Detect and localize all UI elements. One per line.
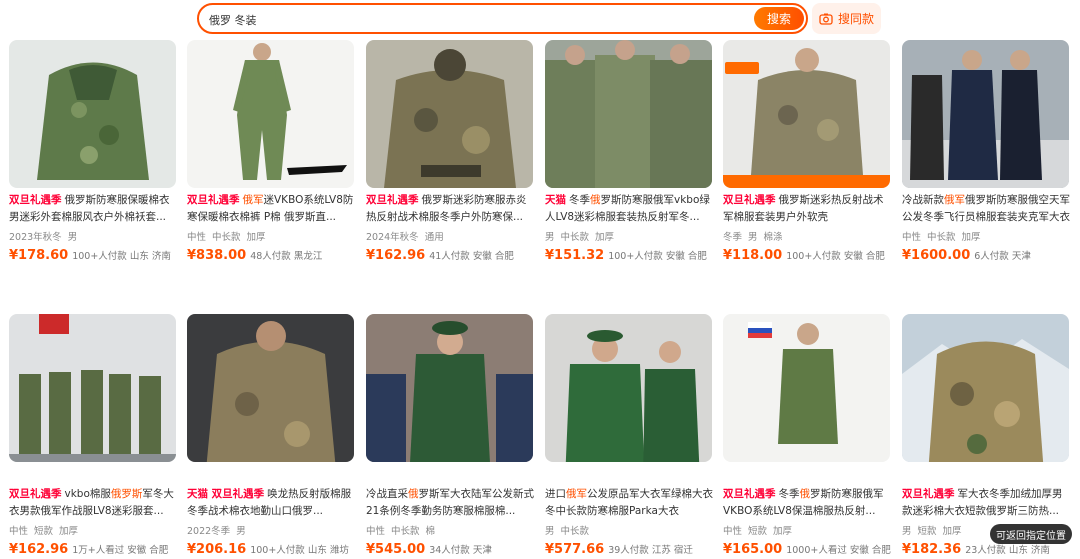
product-title[interactable]: 双旦礼遇季 俄罗斯迷彩防寒服赤炎热反射战术棉服冬季户外防寒保...	[366, 192, 536, 226]
price: ¥545.00	[366, 542, 426, 557]
price: ¥178.60	[9, 248, 69, 263]
photo-search-label: 搜同款	[837, 12, 874, 26]
product-title[interactable]: 双旦礼遇季 军大衣冬季加绒加厚男款迷彩棉大衣短款俄罗斯三防热...	[902, 486, 1072, 520]
price: ¥118.00	[723, 248, 783, 263]
product-attrs: 男中长款 加厚	[545, 232, 615, 243]
price: ¥577.66	[545, 542, 605, 557]
product-image[interactable]	[545, 40, 712, 188]
price: ¥151.32	[545, 248, 605, 263]
product-attrs: 2023年秋冬男	[9, 232, 78, 243]
price: ¥165.00	[723, 542, 783, 557]
price-line: ¥118.00 100+人付款 安徽 合肥	[723, 248, 885, 263]
price: ¥206.16	[187, 542, 247, 557]
product-image[interactable]	[187, 314, 354, 462]
product-image[interactable]	[902, 314, 1069, 462]
product-image[interactable]	[902, 40, 1069, 188]
product-attrs: 男短款 加厚	[902, 526, 962, 537]
product-title[interactable]: 天猫 冬季俄罗斯防寒服俄军vkbo绿人LV8迷彩棉服套装热反射军冬...	[545, 192, 715, 226]
search-button[interactable]: 搜索	[754, 7, 804, 30]
price: ¥1600.00	[902, 248, 971, 263]
product-image[interactable]	[545, 314, 712, 462]
product-title[interactable]: 双旦礼遇季 冬季俄罗斯防寒服俄军VKBO系统LV8保温棉服热反射...	[723, 486, 893, 520]
product-attrs: 中性 中长款 加厚	[902, 232, 981, 243]
price-line: ¥165.00 1000+人看过 安徽 合肥	[723, 542, 891, 557]
product-title[interactable]: 双旦礼遇季 俄罗斯迷彩热反射战术军棉服套装男户外软壳	[723, 192, 893, 226]
product-title[interactable]: 冷战新款俄军俄罗斯防寒服俄空天军公发冬季飞行员棉服套装夹克军大衣	[902, 192, 1072, 226]
product-image[interactable]	[9, 40, 176, 188]
product-image[interactable]	[9, 314, 176, 462]
product-image[interactable]	[187, 40, 354, 188]
product-attrs: 2024年秋冬 通用	[366, 232, 444, 243]
price-line: ¥545.00 34人付款 天津	[366, 542, 492, 557]
product-title[interactable]: 冷战直采俄罗斯军大衣陆军公发新式21条例冬季勤务防寒服棉服棉...	[366, 486, 536, 520]
product-title[interactable]: 进口俄军公发原品军大衣军绿棉大衣冬中长款防寒棉服Parka大衣	[545, 486, 715, 520]
price-line: ¥162.96 1万+人看过 安徽 合肥	[9, 542, 169, 557]
price-line: ¥206.16 100+人付款 山东 潍坊	[187, 542, 349, 557]
product-attrs: 中性 中长款棉	[366, 526, 436, 537]
price: ¥182.36	[902, 542, 962, 557]
back-to-position-button[interactable]: 可返回指定位置	[990, 524, 1072, 544]
product-image[interactable]	[723, 40, 890, 188]
photo-search-button[interactable]: 搜同款	[812, 3, 881, 34]
price-line: ¥577.66 39人付款 江苏 宿迁	[545, 542, 693, 557]
search-bar: 搜索	[197, 3, 808, 34]
product-title[interactable]: 双旦礼遇季 俄军迷VKBO系统LV8防寒保暖棉衣棉裤 P棉 俄罗斯直...	[187, 192, 357, 226]
price: ¥162.96	[366, 248, 426, 263]
product-image[interactable]	[366, 40, 533, 188]
price-line: ¥1600.00 6人付款 天津	[902, 248, 1031, 263]
product-attrs: 冬季男棉涤	[723, 232, 783, 243]
price: ¥838.00	[187, 248, 247, 263]
price-line: ¥838.00 48人付款 黑龙江	[187, 248, 323, 263]
price: ¥162.96	[9, 542, 69, 557]
price-line: ¥151.32 100+人付款 安徽 合肥	[545, 248, 707, 263]
camera-icon	[819, 13, 833, 25]
product-attrs: 中性 短款 加厚	[9, 526, 79, 537]
product-attrs: 2022冬季男	[187, 526, 246, 537]
price-line: ¥162.96 41人付款 安徽 合肥	[366, 248, 514, 263]
price-line: ¥178.60 100+人付款 山东 济南	[9, 248, 171, 263]
product-title[interactable]: 天猫 双旦礼遇季 唤龙热反射版棉服冬季战术棉衣地勤山口俄罗...	[187, 486, 357, 520]
product-attrs: 中性 中长款 加厚	[187, 232, 266, 243]
product-title[interactable]: 双旦礼遇季 俄罗斯防寒服保暖棉衣男迷彩外套棉服风衣户外棉袄套...	[9, 192, 179, 226]
product-image[interactable]	[723, 314, 890, 462]
product-title[interactable]: 双旦礼遇季 vkbo棉服俄罗斯军冬大衣男款俄军作战服LV8迷彩服套...	[9, 486, 179, 520]
product-attrs: 男中长款	[545, 526, 590, 537]
search-input[interactable]	[209, 10, 729, 30]
product-image[interactable]	[366, 314, 533, 462]
product-attrs: 中性 短款 加厚	[723, 526, 793, 537]
